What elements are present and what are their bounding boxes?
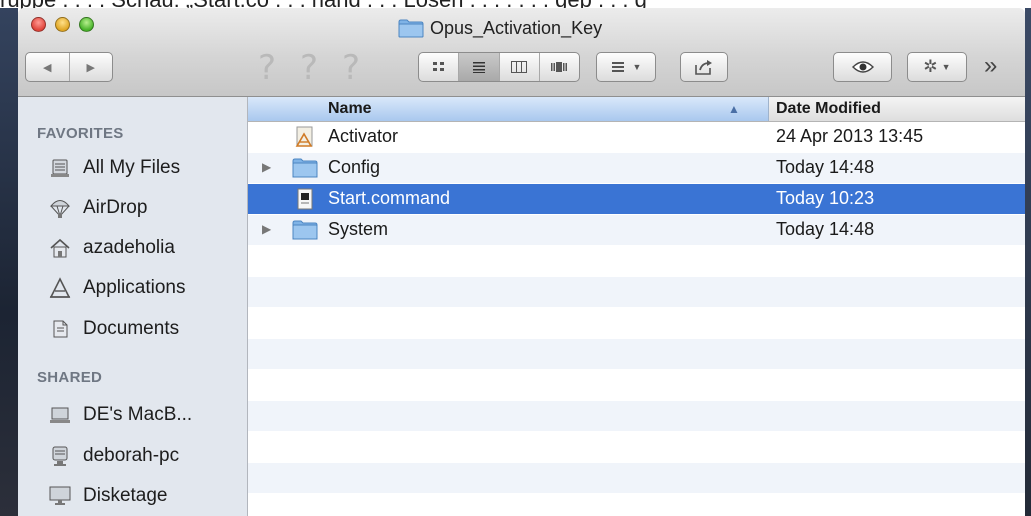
back-forward-group: ◀ ▶ xyxy=(25,52,113,82)
empty-row xyxy=(248,401,1025,431)
folder-icon xyxy=(292,220,318,240)
display-icon xyxy=(49,485,71,507)
minimize-window-button[interactable] xyxy=(55,17,70,32)
sidebar-item-label: deborah-pc xyxy=(83,445,180,466)
sidebar: FAVORITES All My Files AirDrop azadeholi… xyxy=(18,97,248,516)
share-icon xyxy=(695,60,712,75)
column-header: Name ▲ Date Modified xyxy=(248,97,1025,122)
laptop-icon xyxy=(49,404,71,426)
title-bar: Opus_Activation_Key ◀ ▶ ? ? ? ▼ ✲ ▼ » xyxy=(18,8,1025,97)
chevron-down-icon: ▼ xyxy=(632,62,642,72)
sidebar-item-shared-deborah-pc[interactable]: deborah-pc xyxy=(49,441,179,471)
applications-icon xyxy=(49,277,71,299)
sidebar-item-label: DE's MacB... xyxy=(83,404,193,425)
file-name: Activator xyxy=(328,126,399,146)
file-date: Today 14:48 xyxy=(776,219,875,239)
missing-toolbar-item-icon[interactable]: ? xyxy=(342,48,360,88)
column-view-icon xyxy=(511,61,528,73)
missing-toolbar-item-icon[interactable]: ? xyxy=(258,48,276,88)
folder-icon xyxy=(292,158,318,178)
sidebar-item-shared-disketage[interactable]: Disketage xyxy=(49,481,168,511)
cover-flow-view-button[interactable] xyxy=(540,53,579,81)
sidebar-item-applications[interactable]: Applications xyxy=(49,273,185,303)
window-title-text: Opus_Activation_Key xyxy=(430,17,603,38)
empty-row xyxy=(248,432,1025,462)
all-files-icon xyxy=(49,157,71,179)
sidebar-header-shared: SHARED xyxy=(37,369,103,386)
finder-window: Opus_Activation_Key ◀ ▶ ? ? ? ▼ ✲ ▼ » FA… xyxy=(18,8,1025,516)
pc-icon xyxy=(49,445,71,467)
arrange-button[interactable]: ▼ xyxy=(596,52,656,82)
file-date: Today 10:23 xyxy=(776,188,875,208)
window-title: Opus_Activation_Key xyxy=(398,17,602,39)
file-list: Name ▲ Date Modified Activator 24 Apr 20… xyxy=(248,97,1025,516)
home-icon xyxy=(49,237,71,259)
toolbar-overflow-button[interactable]: » xyxy=(984,52,997,80)
close-window-button[interactable] xyxy=(31,17,46,32)
eye-icon xyxy=(851,61,874,73)
empty-row xyxy=(248,339,1025,369)
action-menu-button[interactable]: ✲ ▼ xyxy=(907,52,967,82)
list-view-button[interactable] xyxy=(459,53,500,81)
list-view-icon xyxy=(472,62,485,73)
name-column-header[interactable]: Name ▲ xyxy=(248,97,769,121)
sort-ascending-icon: ▲ xyxy=(728,102,740,116)
view-mode-group xyxy=(418,52,580,82)
file-row-start-command[interactable]: Start.command Today 10:23 xyxy=(248,184,1025,214)
empty-row xyxy=(248,463,1025,493)
sidebar-item-label: AirDrop xyxy=(83,197,148,218)
file-row-config[interactable]: ▶ Config Today 14:48 xyxy=(248,153,1025,183)
icon-view-button[interactable] xyxy=(419,53,460,81)
sidebar-item-documents[interactable]: Documents xyxy=(49,314,179,344)
file-row-activator[interactable]: Activator 24 Apr 2013 13:45 xyxy=(248,122,1025,152)
sidebar-item-label: azadeholia xyxy=(83,237,175,258)
missing-toolbar-item-icon[interactable]: ? xyxy=(300,48,318,88)
sidebar-item-label: Documents xyxy=(83,318,180,339)
disclosure-triangle-icon[interactable]: ▶ xyxy=(262,160,271,174)
gear-icon: ✲ xyxy=(923,57,938,76)
forward-button[interactable]: ▶ xyxy=(69,53,112,81)
quick-look-button[interactable] xyxy=(833,52,892,82)
file-name: Start.command xyxy=(328,188,451,208)
airdrop-icon xyxy=(49,197,71,219)
share-button[interactable] xyxy=(680,52,728,82)
sidebar-item-all-my-files[interactable]: All My Files xyxy=(49,153,180,183)
sidebar-item-shared-macbook[interactable]: DE's MacB... xyxy=(49,400,192,430)
folder-icon xyxy=(398,19,424,37)
zoom-window-button[interactable] xyxy=(79,17,94,32)
empty-row xyxy=(248,246,1025,276)
file-name: System xyxy=(328,219,389,239)
sidebar-item-label: All My Files xyxy=(83,157,181,178)
sidebar-item-home[interactable]: azadeholia xyxy=(49,233,175,263)
disclosure-triangle-icon[interactable]: ▶ xyxy=(262,222,271,236)
file-name: Config xyxy=(328,157,381,177)
empty-row xyxy=(248,277,1025,307)
sidebar-item-label: Applications xyxy=(83,277,186,298)
name-column-label: Name xyxy=(328,100,372,117)
documents-icon xyxy=(49,318,71,340)
empty-row xyxy=(248,308,1025,338)
sidebar-item-label: Disketage xyxy=(83,485,168,506)
icon-view-icon xyxy=(432,62,444,71)
empty-row xyxy=(248,494,1025,516)
script-icon xyxy=(297,188,313,210)
app-icon xyxy=(295,126,313,147)
file-date: Today 14:48 xyxy=(776,157,875,177)
date-modified-column-header[interactable]: Date Modified xyxy=(776,100,881,118)
arrange-icon xyxy=(611,62,624,72)
sidebar-header-favorites: FAVORITES xyxy=(37,125,124,142)
forward-icon: ▶ xyxy=(86,61,95,74)
back-icon: ◀ xyxy=(43,61,52,74)
back-button[interactable]: ◀ xyxy=(26,53,69,81)
cover-flow-icon xyxy=(551,62,568,72)
file-date: 24 Apr 2013 13:45 xyxy=(776,126,924,146)
desktop-background-right xyxy=(1025,8,1031,516)
empty-row xyxy=(248,370,1025,400)
sidebar-item-airdrop[interactable]: AirDrop xyxy=(49,193,147,223)
chevron-down-icon: ▼ xyxy=(941,62,951,72)
column-view-button[interactable] xyxy=(500,53,540,81)
file-row-system[interactable]: ▶ System Today 14:48 xyxy=(248,215,1025,245)
desktop-background-left xyxy=(0,8,18,516)
